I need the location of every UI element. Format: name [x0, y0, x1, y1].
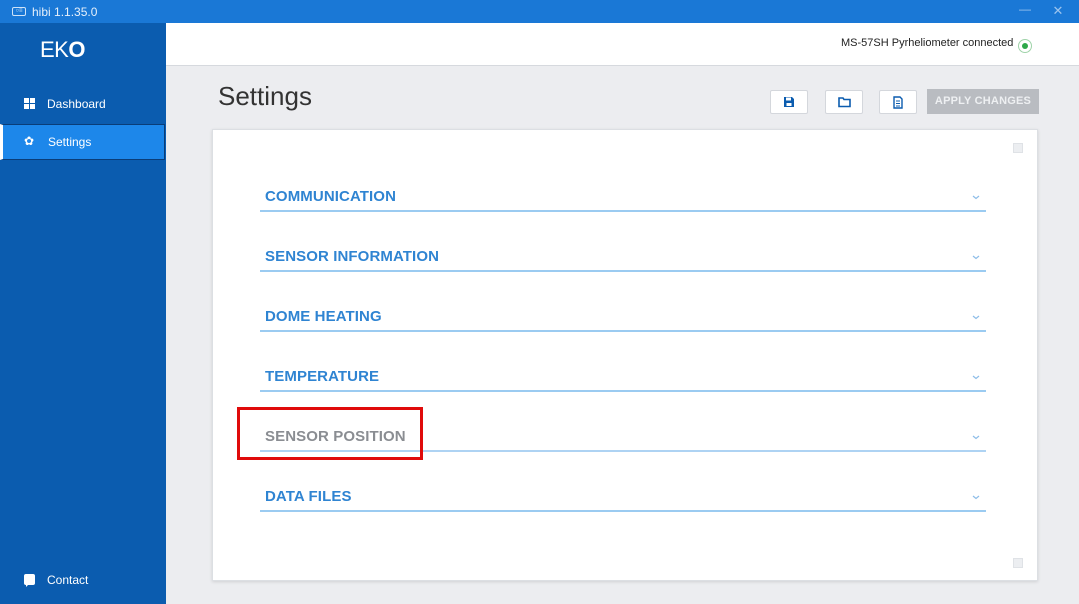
- section-label: TEMPERATURE: [265, 368, 380, 385]
- page-title: Settings: [218, 81, 312, 111]
- apply-changes-button[interactable]: APPLY CHANGES: [927, 89, 1039, 114]
- sidebar-item-settings[interactable]: ✿ Settings: [0, 124, 165, 160]
- section-label: DOME HEATING: [265, 308, 382, 325]
- sidebar-item-dashboard[interactable]: Dashboard: [0, 87, 166, 121]
- sidebar-item-label: Contact: [47, 573, 89, 587]
- chevron-down-icon: [972, 315, 980, 320]
- app-icon: ○≡: [12, 7, 26, 16]
- connection-status-text: MS-57SH Pyrheliometer connected: [841, 37, 1014, 49]
- chevron-down-icon: [972, 495, 980, 500]
- section-communication[interactable]: COMMUNICATION: [260, 186, 986, 212]
- sidebar-item-contact[interactable]: Contact: [0, 563, 166, 597]
- section-temperature[interactable]: TEMPERATURE: [260, 366, 986, 392]
- close-button[interactable]: ✕: [1049, 3, 1067, 21]
- section-label: SENSOR INFORMATION: [265, 248, 440, 265]
- section-data-files[interactable]: DATA FILES: [260, 486, 986, 512]
- folder-icon: [838, 97, 851, 108]
- document-button[interactable]: [879, 90, 917, 114]
- sidebar-item-label: Dashboard: [47, 97, 106, 111]
- chevron-down-icon: [972, 435, 980, 440]
- main-content: MS-57SH Pyrheliometer connected Settings…: [166, 23, 1079, 604]
- title-bar: ○≡ hibi 1.1.35.0 — ✕: [0, 0, 1079, 23]
- connection-status-icon: [1018, 39, 1032, 53]
- chat-icon: [24, 574, 35, 587]
- scroll-up-arrow[interactable]: [1013, 143, 1023, 153]
- section-label: COMMUNICATION: [265, 188, 397, 205]
- chevron-down-icon: [972, 195, 980, 200]
- chevron-down-icon: [972, 255, 980, 260]
- section-sensor-information[interactable]: SENSOR INFORMATION: [260, 246, 986, 272]
- eko-logo: EKO: [40, 37, 85, 62]
- status-bar: MS-57SH Pyrheliometer connected: [166, 23, 1079, 66]
- settings-panel: COMMUNICATION SENSOR INFORMATION DOME HE…: [212, 129, 1038, 581]
- sidebar-item-label: Settings: [48, 135, 92, 149]
- dashboard-icon: [24, 98, 35, 109]
- section-label: DATA FILES: [265, 488, 352, 505]
- sidebar: EKO Dashboard ✿ Settings Contact: [0, 23, 166, 604]
- highlight-annotation: [237, 407, 423, 460]
- scroll-down-arrow[interactable]: [1013, 558, 1023, 568]
- open-folder-button[interactable]: [825, 90, 863, 114]
- document-icon: [893, 96, 903, 109]
- save-icon: [784, 97, 794, 107]
- chevron-down-icon: [972, 375, 980, 380]
- app-window: ○≡ hibi 1.1.35.0 — ✕ EKO Dashboard ✿ Set…: [0, 0, 1079, 604]
- save-button[interactable]: [770, 90, 808, 114]
- window-title: hibi 1.1.35.0: [32, 5, 98, 19]
- section-dome-heating[interactable]: DOME HEATING: [260, 306, 986, 332]
- minimize-button[interactable]: —: [1015, 2, 1035, 20]
- gear-icon: ✿: [24, 134, 35, 148]
